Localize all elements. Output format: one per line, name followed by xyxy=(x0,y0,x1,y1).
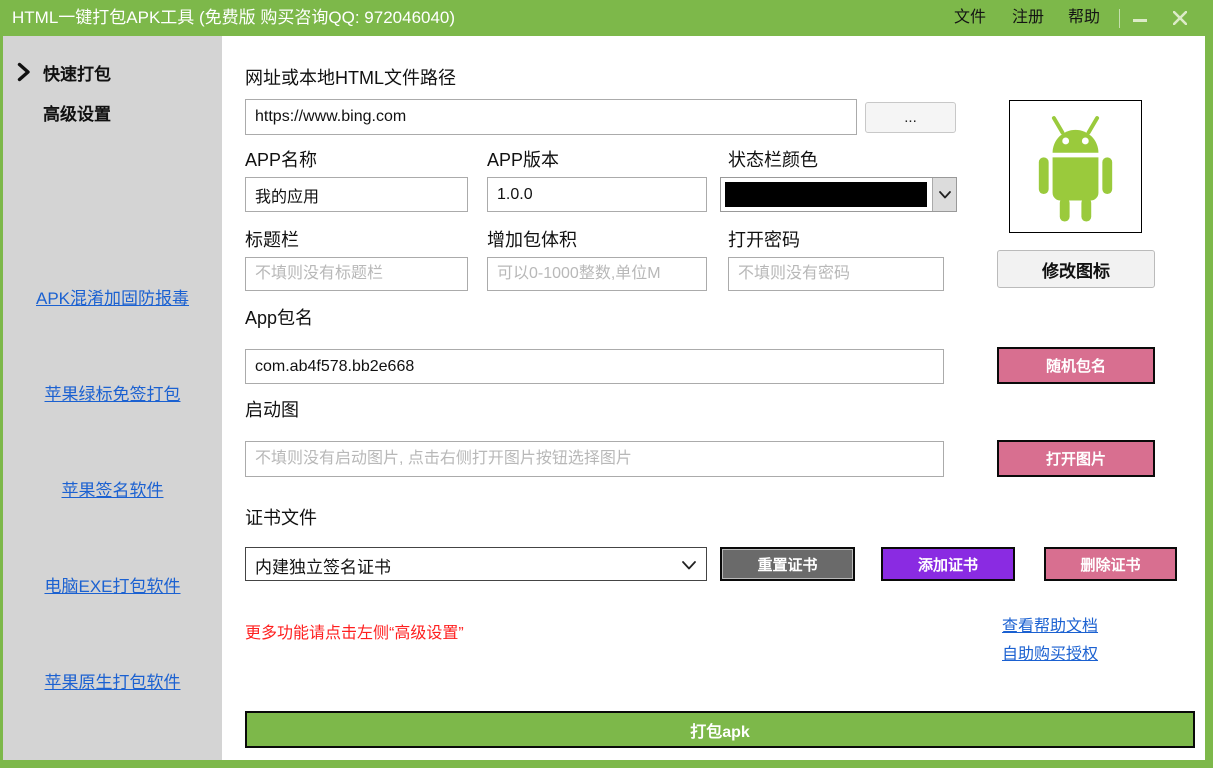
package-size-label: 增加包体积 xyxy=(487,226,577,252)
splash-input[interactable] xyxy=(245,441,944,477)
sidebar-item-label: 快速打包 xyxy=(43,60,111,85)
package-name-label: App包名 xyxy=(245,304,313,330)
browse-button[interactable]: ... xyxy=(865,102,956,133)
main-panel: 网址或本地HTML文件路径 ... APP名称 APP版本 状态栏颜色 标题栏 … xyxy=(222,36,1205,760)
titlebar-label: 标题栏 xyxy=(245,226,299,252)
window-title: HTML一键打包APK工具 (免费版 购买咨询QQ: 972046040) xyxy=(12,0,455,36)
random-package-button[interactable]: 随机包名 xyxy=(997,347,1155,384)
app-version-input[interactable] xyxy=(487,177,707,212)
help-links: 查看帮助文档 自助购买授权 xyxy=(1002,613,1098,669)
url-label: 网址或本地HTML文件路径 xyxy=(245,64,456,90)
delete-cert-button[interactable]: 删除证书 xyxy=(1044,547,1177,581)
close-button[interactable] xyxy=(1164,0,1196,36)
app-icon-preview xyxy=(1009,100,1142,233)
color-swatch xyxy=(725,182,927,207)
minimize-button[interactable] xyxy=(1126,0,1154,36)
open-image-button[interactable]: 打开图片 xyxy=(997,440,1155,477)
sidebar-link-apk-obfuscate[interactable]: APK混淆加固防报毒 xyxy=(3,284,222,309)
certificate-selected: 内建独立签名证书 xyxy=(255,553,391,578)
reset-cert-button[interactable]: 重置证书 xyxy=(720,547,855,581)
menu-file[interactable]: 文件 xyxy=(950,0,990,36)
chevron-right-icon xyxy=(17,62,31,82)
pack-apk-button[interactable]: 打包apk xyxy=(245,711,1195,748)
password-label: 打开密码 xyxy=(728,226,800,252)
app-name-input[interactable] xyxy=(245,177,468,212)
statusbar-color-label: 状态栏颜色 xyxy=(728,146,818,172)
sidebar: 快速打包 高级设置 APK混淆加固防报毒 苹果绿标免签打包 苹果签名软件 电脑E… xyxy=(3,36,222,760)
sidebar-item-label: 高级设置 xyxy=(43,100,111,125)
android-robot-icon xyxy=(1010,101,1141,232)
app-window: HTML一键打包APK工具 (免费版 购买咨询QQ: 972046040) 文件… xyxy=(0,0,1213,768)
chevron-down-icon xyxy=(939,191,951,199)
sidebar-item-advanced-settings[interactable]: 高级设置 xyxy=(3,98,222,126)
sidebar-item-quick-pack[interactable]: 快速打包 xyxy=(3,58,222,86)
certificate-dropdown[interactable]: 内建独立签名证书 xyxy=(245,547,707,581)
package-size-input[interactable] xyxy=(487,257,707,291)
sidebar-link-ios-greenlabel[interactable]: 苹果绿标免签打包 xyxy=(3,380,222,405)
titlebar-divider xyxy=(1119,9,1120,28)
minimize-icon xyxy=(1133,19,1147,22)
help-doc-link[interactable]: 查看帮助文档 xyxy=(1002,613,1098,641)
certificate-label: 证书文件 xyxy=(245,504,317,530)
title-bar: HTML一键打包APK工具 (免费版 购买咨询QQ: 972046040) 文件… xyxy=(0,0,1213,36)
close-icon xyxy=(1173,11,1187,25)
add-cert-button[interactable]: 添加证书 xyxy=(881,547,1015,581)
titlebar-input[interactable] xyxy=(245,257,468,291)
app-name-label: APP名称 xyxy=(245,146,317,172)
menu-help[interactable]: 帮助 xyxy=(1064,0,1104,36)
statusbar-color-dropdown[interactable] xyxy=(720,177,957,212)
buy-license-link[interactable]: 自助购买授权 xyxy=(1002,641,1098,669)
advanced-settings-hint: 更多功能请点击左侧“高级设置” xyxy=(245,619,464,643)
chevron-down-icon xyxy=(682,561,696,570)
password-input[interactable] xyxy=(728,257,944,291)
menu-register[interactable]: 注册 xyxy=(1008,0,1048,36)
splash-label: 启动图 xyxy=(245,396,299,422)
app-version-label: APP版本 xyxy=(487,146,559,172)
sidebar-link-exe-pack[interactable]: 电脑EXE打包软件 xyxy=(3,572,222,597)
url-input[interactable] xyxy=(245,99,857,135)
dropdown-arrow-button[interactable] xyxy=(932,178,956,211)
modify-icon-button[interactable]: 修改图标 xyxy=(997,250,1155,288)
sidebar-link-ios-signing[interactable]: 苹果签名软件 xyxy=(3,476,222,501)
package-name-input[interactable] xyxy=(245,349,944,384)
sidebar-link-ios-native-pack[interactable]: 苹果原生打包软件 xyxy=(3,668,222,693)
